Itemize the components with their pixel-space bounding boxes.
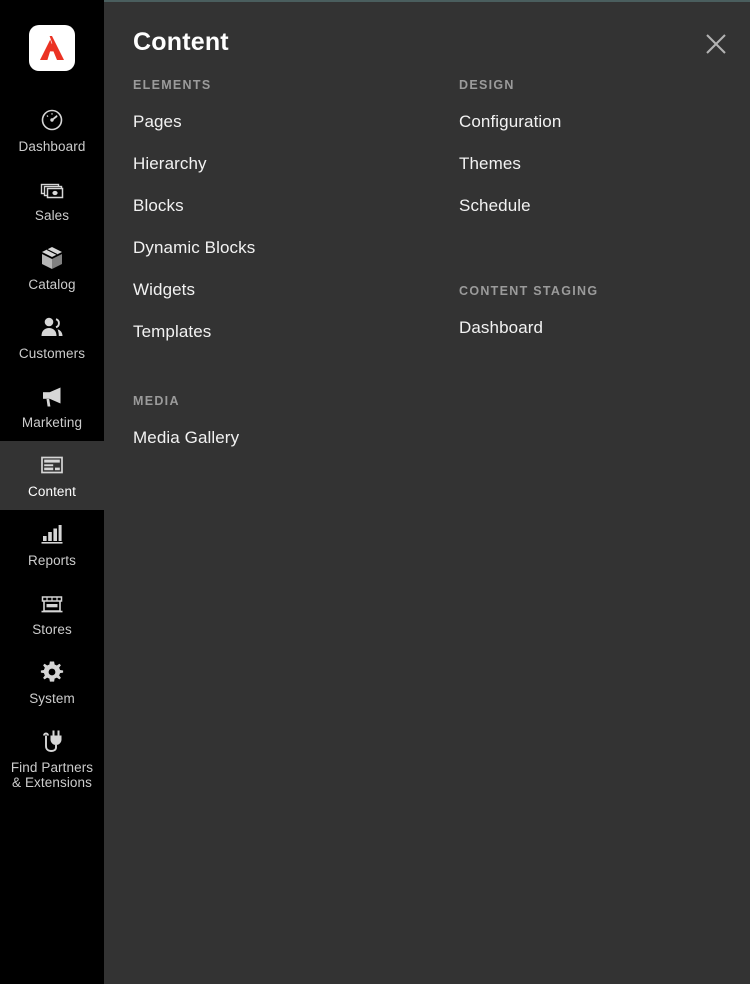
sidebar-item-catalog[interactable]: Catalog <box>0 234 104 303</box>
menu-group-title: Design <box>459 78 515 92</box>
sidebar-item-label: Catalog <box>28 277 76 292</box>
sidebar-item-label: Dashboard <box>18 139 86 154</box>
money-stack-icon <box>38 175 66 203</box>
sidebar-item-label: Content <box>28 484 76 499</box>
menu-item-media-gallery[interactable]: Media Gallery <box>133 416 459 458</box>
menu-item-dashboard[interactable]: Dashboard <box>459 306 730 348</box>
sidebar-item-dashboard[interactable]: Dashboard <box>0 96 104 165</box>
sidebar-item-label: Find Partners & Extensions <box>10 760 94 790</box>
sidebar-item-label: Stores <box>32 622 72 637</box>
menu-item-schedule[interactable]: Schedule <box>459 184 730 226</box>
menu-group-elements: Elements Pages Hierarchy Blocks Dynamic Bloc… <box>133 78 459 352</box>
sidebar-item-label: Reports <box>28 553 76 568</box>
gauge-icon <box>38 106 66 134</box>
panel-header: Content <box>104 2 750 78</box>
sidebar-item-label: Customers <box>18 346 86 361</box>
page-title: Content <box>133 28 229 56</box>
menu-column-left: Elements Pages Hierarchy Blocks Dynamic Bloc… <box>133 78 459 458</box>
sidebar-item-find-partners-extensions[interactable]: Find Partners & Extensions <box>0 717 104 801</box>
box-icon <box>38 244 66 272</box>
primary-sidebar: Dashboard Sales Catalog Customers Marketing C… <box>0 0 104 984</box>
menu-group-title: Content Staging <box>459 284 599 298</box>
admin-menu-overlay: Dashboard Sales Catalog Customers Marketing C… <box>0 0 750 984</box>
close-button[interactable] <box>696 24 736 64</box>
storefront-icon <box>38 589 66 617</box>
sidebar-item-sales[interactable]: Sales <box>0 165 104 234</box>
layout-page-icon <box>38 451 66 479</box>
people-icon <box>38 313 66 341</box>
sidebar-item-content[interactable]: Content <box>0 441 104 510</box>
menu-item-dynamic-blocks[interactable]: Dynamic Blocks <box>133 226 459 268</box>
menu-group-title: Media <box>133 394 180 408</box>
sidebar-nav-list: Dashboard Sales Catalog Customers Marketing C… <box>0 96 104 801</box>
gear-icon <box>38 658 66 686</box>
menu-item-templates[interactable]: Templates <box>133 310 459 352</box>
megaphone-icon <box>38 382 66 410</box>
menu-group-media: Media Media Gallery <box>133 394 459 458</box>
close-icon <box>706 34 726 54</box>
menu-item-configuration[interactable]: Configuration <box>459 100 730 142</box>
menu-group-design: Design Configuration Themes Schedule <box>459 78 730 226</box>
menu-item-pages[interactable]: Pages <box>133 100 459 142</box>
sidebar-item-reports[interactable]: Reports <box>0 510 104 579</box>
logo-container[interactable] <box>0 0 104 96</box>
sidebar-item-label: Marketing <box>21 415 83 430</box>
menu-columns: Elements Pages Hierarchy Blocks Dynamic Bloc… <box>104 78 750 458</box>
menu-item-themes[interactable]: Themes <box>459 142 730 184</box>
menu-column-right: Design Configuration Themes Schedule Content… <box>459 78 730 458</box>
menu-item-blocks[interactable]: Blocks <box>133 184 459 226</box>
adobe-commerce-logo[interactable] <box>29 25 75 71</box>
bar-chart-icon <box>38 520 66 548</box>
sidebar-item-marketing[interactable]: Marketing <box>0 372 104 441</box>
menu-group-title: Elements <box>133 78 212 92</box>
content-menu-panel: Content Elements Pages Hierarchy Blocks Dyna… <box>104 0 750 984</box>
menu-item-hierarchy[interactable]: Hierarchy <box>133 142 459 184</box>
adobe-logo-icon <box>40 36 64 60</box>
sidebar-item-label: Sales <box>34 208 70 223</box>
sidebar-item-system[interactable]: System <box>0 648 104 717</box>
sidebar-item-customers[interactable]: Customers <box>0 303 104 372</box>
sidebar-item-stores[interactable]: Stores <box>0 579 104 648</box>
sidebar-item-label: System <box>29 691 75 706</box>
menu-group-content-staging: Content Staging Dashboard <box>459 284 730 348</box>
menu-item-widgets[interactable]: Widgets <box>133 268 459 310</box>
plug-icon <box>38 727 66 755</box>
